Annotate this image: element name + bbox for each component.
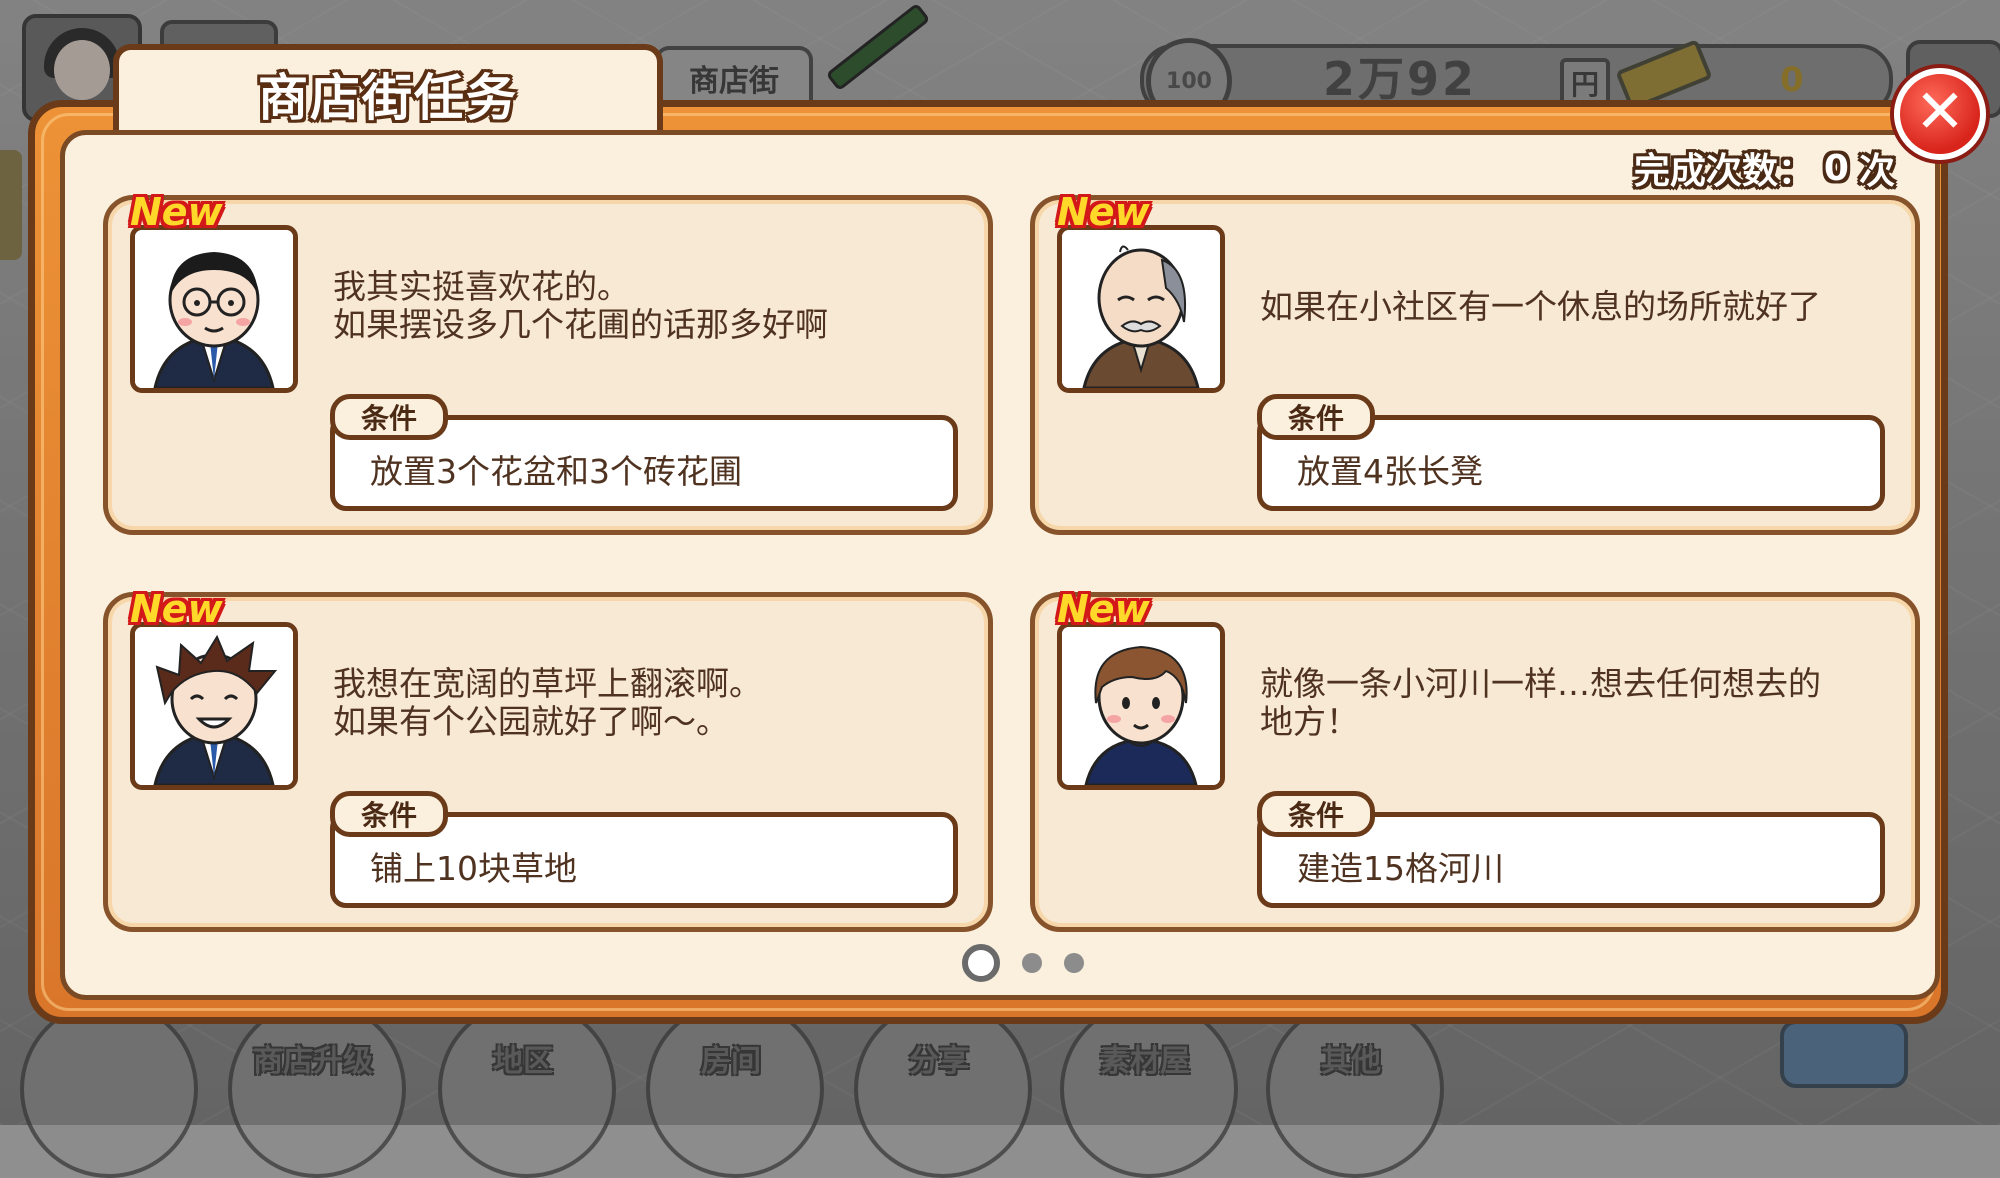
condition-label: 条件 <box>330 394 448 440</box>
spiky-hair-businessman-icon <box>135 627 293 785</box>
condition-text: 放置3个花盆和3个砖花圃 <box>370 452 742 491</box>
character-portrait <box>130 225 298 393</box>
completion-counter: 完成次数： 0 次 <box>1634 146 1895 193</box>
condition-text: 建造15格河川 <box>1297 849 1504 888</box>
new-badge: New <box>130 587 223 631</box>
quest-speech: 就像一条小河川一样…想去任何想去的 地方！ <box>1260 665 1900 741</box>
new-badge: New <box>130 190 223 234</box>
speech-line: 就像一条小河川一样…想去任何想去的 <box>1260 664 1821 703</box>
quest-speech: 如果在小社区有一个休息的场所就好了 <box>1260 288 1900 326</box>
page-indicator <box>962 944 1084 982</box>
old-man-icon <box>1062 230 1220 388</box>
condition-label: 条件 <box>1257 791 1375 837</box>
character-portrait <box>1057 225 1225 393</box>
condition-label: 条件 <box>330 791 448 837</box>
quest-speech: 我想在宽阔的草坪上翻滚啊。 如果有个公园就好了啊～。 <box>333 665 973 741</box>
speech-line: 如果摆设多几个花圃的话那多好啊 <box>333 305 828 344</box>
character-portrait <box>1057 622 1225 790</box>
speech-line: 如果有个公园就好了啊～。 <box>333 702 729 741</box>
condition-text: 放置4张长凳 <box>1297 452 1483 491</box>
character-portrait <box>130 622 298 790</box>
page-dot-2[interactable] <box>1022 953 1042 973</box>
completion-count: 0 <box>1823 147 1849 189</box>
completion-label: 完成次数： <box>1633 151 1814 192</box>
condition-text: 铺上10块草地 <box>370 849 577 888</box>
quest-card-1[interactable]: New 我其实挺喜欢花的。 如果摆设多几个花圃的话那多好啊 条件 放置3个花盆和… <box>103 190 993 535</box>
speech-line: 我其实挺喜欢花的。 <box>333 267 630 306</box>
condition-label: 条件 <box>1257 394 1375 440</box>
quest-speech: 我其实挺喜欢花的。 如果摆设多几个花圃的话那多好啊 <box>333 268 973 344</box>
quest-card-2[interactable]: New 如果在小社区有一个休息的场所就好了 条件 放置4张长凳 <box>1030 190 1920 535</box>
new-badge: New <box>1057 587 1150 631</box>
speech-line: 我想在宽阔的草坪上翻滚啊。 <box>333 664 762 703</box>
quest-card-3[interactable]: New 我想在宽阔的草坪上翻滚啊。 如果有个公园就好了啊～。 条件 铺上10块草… <box>103 587 993 932</box>
completion-unit: 次 <box>1858 151 1895 192</box>
close-button[interactable]: ✕ <box>1894 68 1986 160</box>
page-dot-3[interactable] <box>1064 953 1084 973</box>
brown-hair-boy-icon <box>1062 627 1220 785</box>
speech-line: 如果在小社区有一个休息的场所就好了 <box>1260 287 1821 326</box>
dialog-title: 商店街任务 <box>258 69 518 127</box>
new-badge: New <box>1057 190 1150 234</box>
close-icon: ✕ <box>1914 77 1966 147</box>
glasses-businessman-icon <box>135 230 293 388</box>
speech-line: 地方！ <box>1260 702 1359 741</box>
quest-card-4[interactable]: New 就像一条小河川一样…想去任何想去的 地方！ 条件 建造15格河川 <box>1030 587 1920 932</box>
page-dot-1[interactable] <box>962 944 1000 982</box>
